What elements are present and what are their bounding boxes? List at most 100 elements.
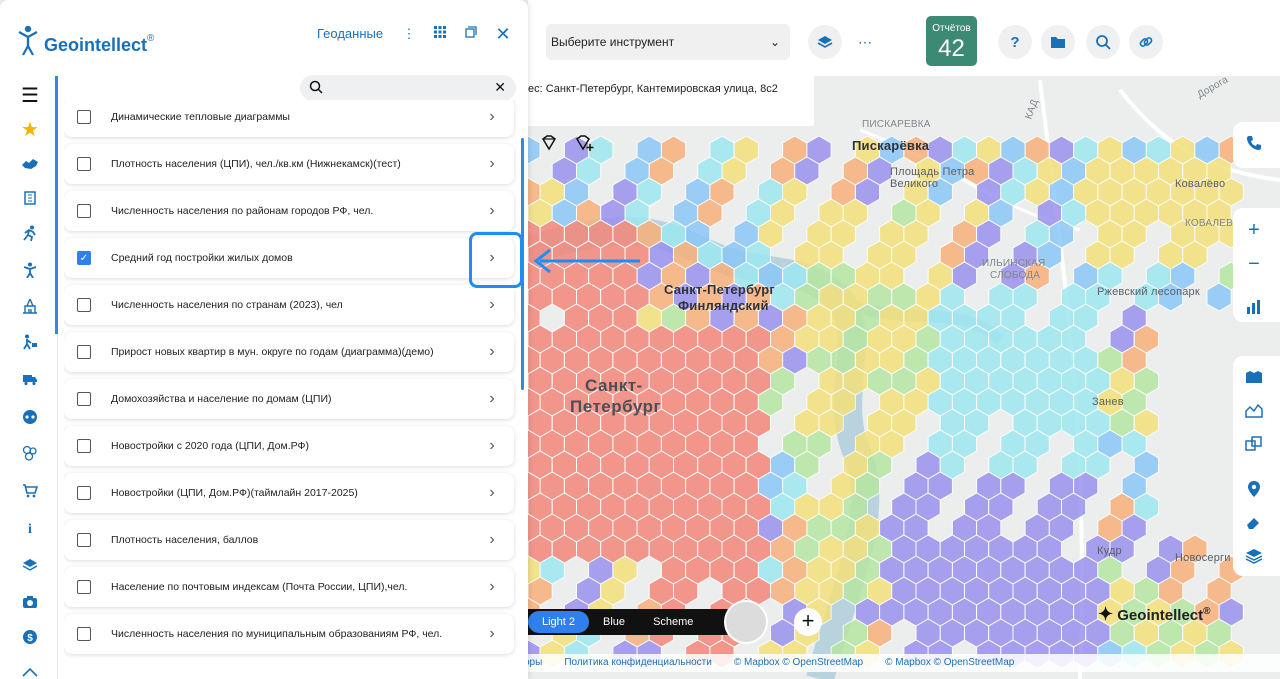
diamond-icon[interactable]	[540, 134, 558, 157]
phone-icon[interactable]	[1244, 134, 1264, 154]
layer-row[interactable]: Новостройки (ЦПИ, Дом.РФ)(таймлайн 2017-…	[64, 473, 514, 513]
chevron-right-icon[interactable]: ›	[483, 625, 501, 643]
stack-layers-icon[interactable]	[1244, 548, 1264, 568]
rail-active-indicator	[55, 76, 58, 334]
area-chart-icon[interactable]	[1244, 402, 1264, 422]
layer-checkbox[interactable]	[77, 627, 91, 641]
camera-icon[interactable]	[19, 593, 41, 615]
footer-privacy-link[interactable]: Политика конфиденциальности	[564, 657, 712, 672]
bubbles-icon[interactable]	[19, 445, 41, 467]
brand-mark: ®	[147, 32, 155, 44]
folder-icon[interactable]	[1041, 25, 1075, 59]
location-pin-icon[interactable]	[1244, 480, 1264, 500]
layer-label: Динамические тепловые диаграммы	[111, 111, 290, 123]
hamburger-menu-icon[interactable]: ☰	[19, 85, 41, 107]
shopping-cart-icon[interactable]	[19, 482, 41, 504]
running-person-icon[interactable]	[19, 225, 41, 247]
restore-window-icon[interactable]	[461, 24, 481, 44]
layer-row[interactable]: Плотность населения, баллов ›	[64, 520, 514, 560]
footer-mapbox-link[interactable]: © Mapbox © OpenStreetMap	[734, 657, 863, 672]
layers-icon[interactable]	[808, 25, 842, 59]
chevron-right-icon[interactable]: ›	[483, 108, 501, 126]
layer-checkbox[interactable]	[77, 204, 91, 218]
style-option-blue[interactable]: Blue	[589, 616, 639, 628]
layer-checkbox[interactable]	[77, 298, 91, 312]
building-chart-icon[interactable]	[1244, 368, 1264, 388]
chart-icon[interactable]	[1244, 299, 1264, 319]
layer-row[interactable]: Население по почтовым индексам (Почта Ро…	[64, 567, 514, 607]
chevron-right-icon[interactable]: ›	[483, 155, 501, 173]
chevron-right-icon[interactable]: ›	[483, 296, 501, 314]
chevron-right-icon[interactable]: ›	[483, 202, 501, 220]
map-label: Санкт-	[585, 376, 643, 395]
person-icon[interactable]	[19, 262, 41, 284]
layer-checkbox[interactable]	[77, 533, 91, 547]
close-icon[interactable]: ✕	[493, 24, 513, 44]
map-label: ПИСКАРЕВКА	[862, 119, 931, 130]
layer-checkbox[interactable]	[77, 392, 91, 406]
map-brand-mark: ®	[1203, 606, 1211, 617]
chevron-right-icon[interactable]: ›	[483, 437, 501, 455]
geodata-link[interactable]: Геоданные	[317, 26, 383, 41]
layer-checkbox[interactable]: ✓	[77, 251, 91, 265]
map-label: Занев	[1092, 396, 1124, 408]
clear-search-icon[interactable]: ✕	[494, 79, 506, 96]
dollar-coin-icon[interactable]: $	[19, 629, 41, 651]
style-option-scheme[interactable]: Scheme	[639, 616, 707, 628]
arrow-left-icon	[533, 248, 640, 274]
layer-label: Новостройки с 2020 года (ЦПИ, Дом.РФ)	[111, 440, 309, 452]
layer-row[interactable]: Новостройки с 2020 года (ЦПИ, Дом.РФ) ›	[64, 426, 514, 466]
kebab-menu-icon[interactable]: ⋮	[399, 24, 419, 44]
help-icon[interactable]: ?	[998, 25, 1032, 59]
brand-name: Geointellect	[44, 34, 148, 55]
layers-panel: Geointellect ® Геоданные ⋮ ✕ ✕ Динамичес…	[0, 0, 528, 679]
chevron-right-icon[interactable]: ›	[483, 484, 501, 502]
landmark-icon[interactable]	[19, 298, 41, 320]
layer-checkbox[interactable]	[77, 157, 91, 171]
style-option-light2[interactable]: Light 2	[528, 611, 590, 633]
layers-stack-icon[interactable]	[19, 556, 41, 578]
layer-row[interactable]: ✓ Средний год постройки жилых домов ›	[64, 238, 514, 278]
footer-mapbox-link[interactable]: © Mapbox © OpenStreetMap	[885, 657, 1014, 672]
home-icon[interactable]	[19, 664, 41, 679]
chevron-right-icon[interactable]: ›	[483, 343, 501, 361]
layer-row[interactable]: Численность населения по районам городов…	[64, 191, 514, 231]
compare-icon[interactable]	[1244, 436, 1264, 456]
link-icon[interactable]	[1129, 25, 1163, 59]
building-icon[interactable]	[19, 189, 41, 211]
star-icon[interactable]: ★	[19, 119, 41, 141]
layer-row[interactable]: Прирост новых квартир в мун. округе по г…	[64, 332, 514, 372]
eraser-icon[interactable]	[1244, 514, 1264, 534]
chevron-right-icon[interactable]: ›	[483, 578, 501, 596]
layer-row[interactable]: Численность населения по муниципальным о…	[64, 614, 514, 654]
layer-row[interactable]: Динамические тепловые диаграммы ›	[64, 100, 514, 137]
map-region-icon[interactable]	[19, 154, 41, 176]
layer-row[interactable]: Домохозяйства и население по домам (ЦПИ)…	[64, 379, 514, 419]
chevron-right-icon[interactable]: ›	[483, 531, 501, 549]
layer-row[interactable]: Численность населения по странам (2023),…	[64, 285, 514, 325]
chevron-right-icon[interactable]: ›	[483, 390, 501, 408]
person-cart-icon[interactable]	[19, 334, 41, 356]
layer-checkbox[interactable]	[77, 439, 91, 453]
layer-checkbox[interactable]	[77, 110, 91, 124]
layer-row[interactable]: Плотность населения (ЦПИ), чел./кв.км (Н…	[64, 144, 514, 184]
add-icon[interactable]: +	[794, 608, 822, 636]
zoom-in-icon[interactable]: +	[1244, 220, 1264, 240]
layer-checkbox[interactable]	[77, 486, 91, 500]
tool-select-dropdown[interactable]: Выберите инструмент ⌄	[546, 24, 790, 60]
truck-icon[interactable]	[19, 370, 41, 392]
reports-counter[interactable]: Отчётов 42	[926, 16, 977, 66]
network-circle-icon[interactable]	[19, 409, 41, 431]
search-icon[interactable]	[1086, 25, 1120, 59]
grid-icon[interactable]	[430, 24, 450, 44]
panel-header: Geointellect ® Геоданные ⋮ ✕	[0, 0, 528, 76]
search-input[interactable]	[332, 79, 482, 97]
layer-checkbox[interactable]	[77, 345, 91, 359]
more-icon[interactable]: ⋯	[848, 25, 882, 59]
info-icon[interactable]: i	[19, 519, 41, 541]
zoom-out-icon[interactable]: −	[1244, 254, 1264, 274]
brand-logo[interactable]: Geointellect ®	[16, 24, 154, 56]
layer-checkbox[interactable]	[77, 580, 91, 594]
diamond-add-icon[interactable]	[574, 134, 594, 157]
minimap-thumbnail[interactable]	[724, 600, 768, 644]
